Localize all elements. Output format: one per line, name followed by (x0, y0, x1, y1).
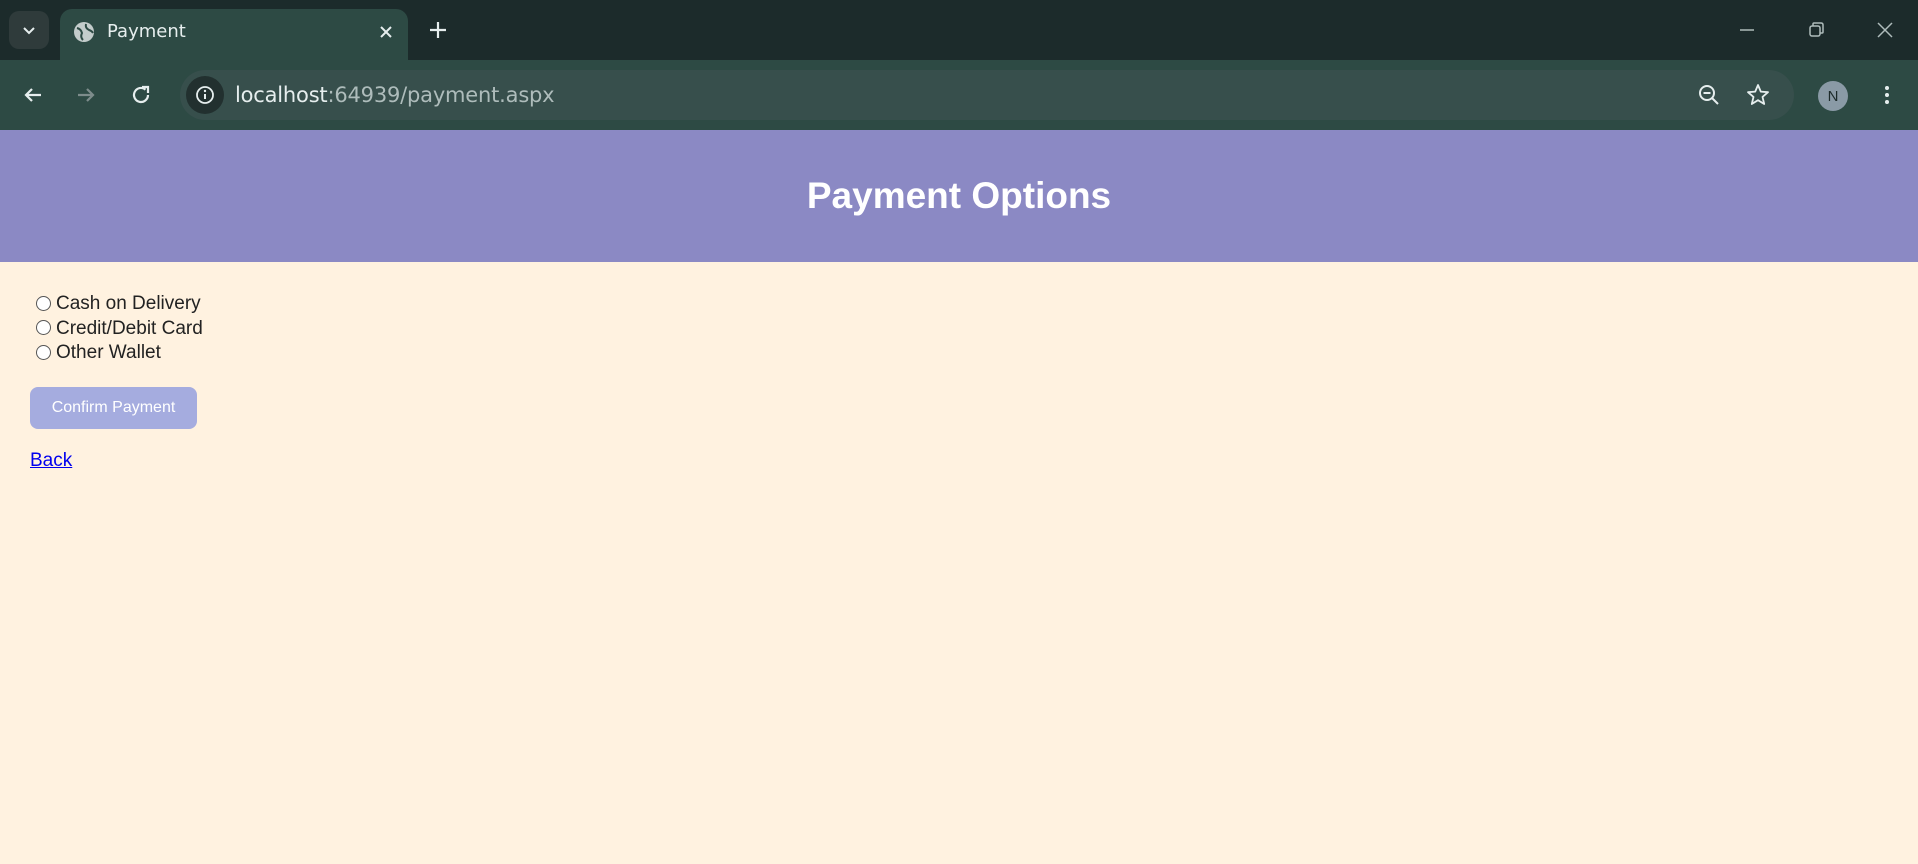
back-link[interactable]: Back (30, 450, 72, 472)
payment-option-card[interactable]: Credit/Debit Card (36, 317, 203, 342)
browser-toolbar: localhost:64939/payment.aspx N (0, 60, 1918, 130)
tab-search-icon (23, 27, 35, 35)
address-bar[interactable]: localhost:64939/payment.aspx (180, 70, 1794, 120)
reload-icon[interactable] (127, 81, 155, 109)
site-info-button[interactable] (186, 76, 224, 114)
radio-cash-on-delivery[interactable] (36, 295, 51, 311)
option-label: Credit/Debit Card (56, 317, 203, 339)
payment-options-list: Cash on Delivery Credit/Debit Card Other… (36, 292, 203, 366)
url-host: localhost (235, 83, 328, 107)
back-arrow-icon[interactable] (19, 81, 47, 109)
window-close-icon[interactable] (1871, 16, 1899, 44)
tab-search-button[interactable] (9, 11, 49, 49)
globe-icon (74, 22, 94, 42)
minimize-icon[interactable] (1733, 16, 1761, 44)
payment-option-wallet[interactable]: Other Wallet (36, 341, 203, 366)
more-vert-icon[interactable] (1873, 81, 1901, 109)
radio-other-wallet[interactable] (36, 344, 51, 360)
info-icon (196, 86, 214, 104)
radio-credit-debit-card[interactable] (36, 320, 51, 336)
page-header: Payment Options (0, 130, 1918, 262)
tab-title: Payment (107, 21, 186, 42)
profile-avatar[interactable]: N (1818, 81, 1848, 111)
zoom-out-icon[interactable] (1696, 82, 1722, 108)
forward-arrow-icon (78, 88, 95, 102)
confirm-payment-button[interactable]: Confirm Payment (30, 387, 197, 429)
page-title: Payment Options (806, 175, 1112, 216)
restore-icon[interactable] (1802, 16, 1830, 44)
url-text[interactable]: localhost:64939/payment.aspx (235, 83, 555, 107)
url-path: :64939/payment.aspx (327, 83, 555, 107)
page-content: Payment Options Cash on Delivery Credit/… (0, 130, 1918, 864)
close-icon[interactable] (374, 20, 398, 44)
star-icon[interactable] (1745, 82, 1771, 108)
plus-icon[interactable] (425, 17, 451, 43)
option-label: Other Wallet (56, 342, 161, 364)
tab-strip: Payment (0, 0, 1918, 60)
active-tab[interactable]: Payment (60, 9, 408, 60)
option-label: Cash on Delivery (56, 293, 201, 315)
payment-option-cash[interactable]: Cash on Delivery (36, 292, 203, 317)
